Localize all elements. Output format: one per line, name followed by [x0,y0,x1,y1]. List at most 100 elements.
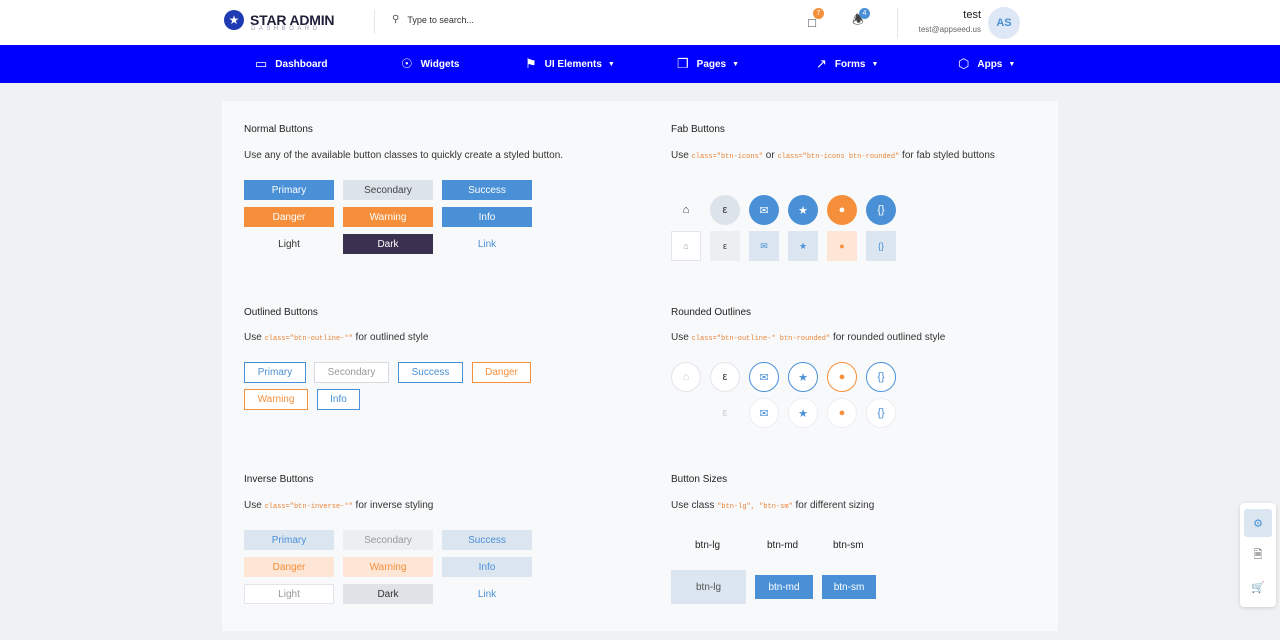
btn-sm-button[interactable]: btn-sm [822,575,876,599]
edge-icon: ε [722,241,727,251]
mail-icon: ✉ [759,204,769,217]
edge-icon: ε [722,371,728,383]
desc-text: for outlined style [352,332,429,343]
rounded-plain-code-button[interactable]: {} [866,398,896,428]
fab-square-star-button[interactable]: ★ [788,231,818,261]
nav-ui-elements[interactable]: ⚑ UI Elements ▼ [525,45,615,83]
rounded-outline-edge-button[interactable]: ε [710,362,740,392]
outline-info-button[interactable]: Info [317,389,360,410]
nav-apps[interactable]: ⬡ Apps ▼ [958,45,1015,83]
nav-dashboard[interactable]: ▭ Dashboard [255,45,328,83]
nav-forms[interactable]: ↗ Forms ▼ [816,45,878,83]
home-icon: ⌂ [682,371,690,383]
top-bar: ★ STAR ADMIN DASHBOARD ⚲ □ 7 🕭 4 test te… [0,0,1280,45]
nav-pages[interactable]: ❐ Pages ▼ [677,45,739,83]
code-icon: {} [877,204,885,216]
size-label-md: btn-md [767,540,799,551]
cart-button[interactable]: 🛒 [1244,573,1272,601]
nav-label: UI Elements [544,58,602,70]
outline-primary-button[interactable]: Primary [244,362,306,383]
alerts-badge: 4 [859,8,870,19]
dark-button[interactable]: Dark [343,234,433,254]
document-button[interactable]: 🗎 [1244,541,1272,569]
rounded-plain-star-button[interactable]: ★ [788,398,818,428]
success-button[interactable]: Success [442,180,532,200]
fab-square-location-button[interactable]: ● [827,231,857,261]
light-button[interactable]: Light [244,234,334,254]
link-button[interactable]: Link [442,234,532,254]
inverse-success-button[interactable]: Success [442,530,532,550]
inverse-link-button[interactable]: Link [442,584,532,604]
avatar[interactable]: AS [988,7,1020,39]
btn-lg-button[interactable]: btn-lg [671,570,746,604]
code-snippet: class="btn-icons" [691,153,763,161]
inverse-buttons-desc: Use class="btn-inverse-*" for inverse st… [244,498,433,515]
inverse-warning-button[interactable]: Warning [343,557,433,577]
edge-icon: ε [722,204,728,216]
location-icon: ● [838,407,846,419]
home-icon: ⌂ [683,241,689,251]
fab-square-edge-button[interactable]: ε [710,231,740,261]
rounded-outline-home-button[interactable]: ⌂ [671,362,701,392]
primary-button[interactable]: Primary [244,180,334,200]
inverse-info-button[interactable]: Info [442,557,532,577]
monitor-icon: ▭ [255,56,268,71]
fab-square-mail-button[interactable]: ✉ [749,231,779,261]
info-button[interactable]: Info [442,207,532,227]
chevron-down-icon: ▼ [607,60,615,68]
rounded-plain-edge-button[interactable]: ε [710,398,740,428]
rounded-plain-mail-button[interactable]: ✉ [749,398,779,428]
alerts-button[interactable]: 🕭 4 [848,8,870,32]
fab-edge-button[interactable]: ε [710,195,740,225]
mail-icon: ✉ [759,407,769,420]
code-snippet: class="btn-inverse-*" [264,503,353,511]
outlined-buttons-title: Outlined Buttons [244,307,318,318]
fab-square-home-button[interactable]: ⌂ [671,231,701,261]
outline-danger-button[interactable]: Danger [472,362,531,383]
notifications-button[interactable]: □ 7 [802,8,824,32]
inverse-primary-button[interactable]: Primary [244,530,334,550]
chart-line-icon: ↗ [816,56,827,71]
fab-home-button[interactable]: ⌂ [671,195,701,225]
code-icon: {} [877,241,884,251]
star-logo-icon: ★ [224,10,244,30]
rounded-outline-code-button[interactable]: {} [866,362,896,392]
cube-icon: ⬡ [958,56,970,71]
outline-success-button[interactable]: Success [398,362,463,383]
search-input[interactable] [407,14,558,25]
danger-button[interactable]: Danger [244,207,334,227]
logo[interactable]: ★ STAR ADMIN DASHBOARD [224,10,335,32]
size-label-sm: btn-sm [833,540,864,551]
nav-widgets[interactable]: ☉ Widgets [401,45,459,83]
btn-md-button[interactable]: btn-md [755,575,813,599]
rounded-outline-mail-button[interactable]: ✉ [749,362,779,392]
nav-label: Forms [834,58,866,70]
location-icon: ● [839,241,845,251]
secondary-button[interactable]: Secondary [343,180,433,200]
outline-warning-button[interactable]: Warning [244,389,308,410]
inverse-light-button[interactable]: Light [244,584,334,604]
outline-secondary-button[interactable]: Secondary [314,362,389,383]
size-label-lg: btn-lg [695,540,721,551]
fab-location-button[interactable]: ● [827,195,857,225]
fab-code-button[interactable]: {} [866,195,896,225]
search-icon: ⚲ [392,14,400,25]
fab-mail-button[interactable]: ✉ [749,195,779,225]
inverse-dark-button[interactable]: Dark [343,584,433,604]
desc-text: Use [244,500,265,511]
inverse-secondary-button[interactable]: Secondary [343,530,433,550]
fab-star-button[interactable]: ★ [788,195,818,225]
button-sizes-title: Button Sizes [671,474,728,485]
fab-square-code-button[interactable]: {} [866,231,896,261]
code-snippet: "btn-lg", "btn-sm" [717,503,793,511]
warning-button[interactable]: Warning [343,207,433,227]
fab-buttons-desc: Use class="btn-icons" or class="btn-icon… [671,148,1031,165]
settings-button[interactable]: ⚙ [1244,509,1272,537]
rounded-plain-location-button[interactable]: ● [827,398,857,428]
rounded-outline-location-button[interactable]: ● [827,362,857,392]
inverse-danger-button[interactable]: Danger [244,557,334,577]
search-box[interactable]: ⚲ [392,14,558,25]
desc-text: for inverse styling [352,500,434,511]
rounded-outline-star-button[interactable]: ★ [788,362,818,392]
user-name: test [963,9,981,21]
